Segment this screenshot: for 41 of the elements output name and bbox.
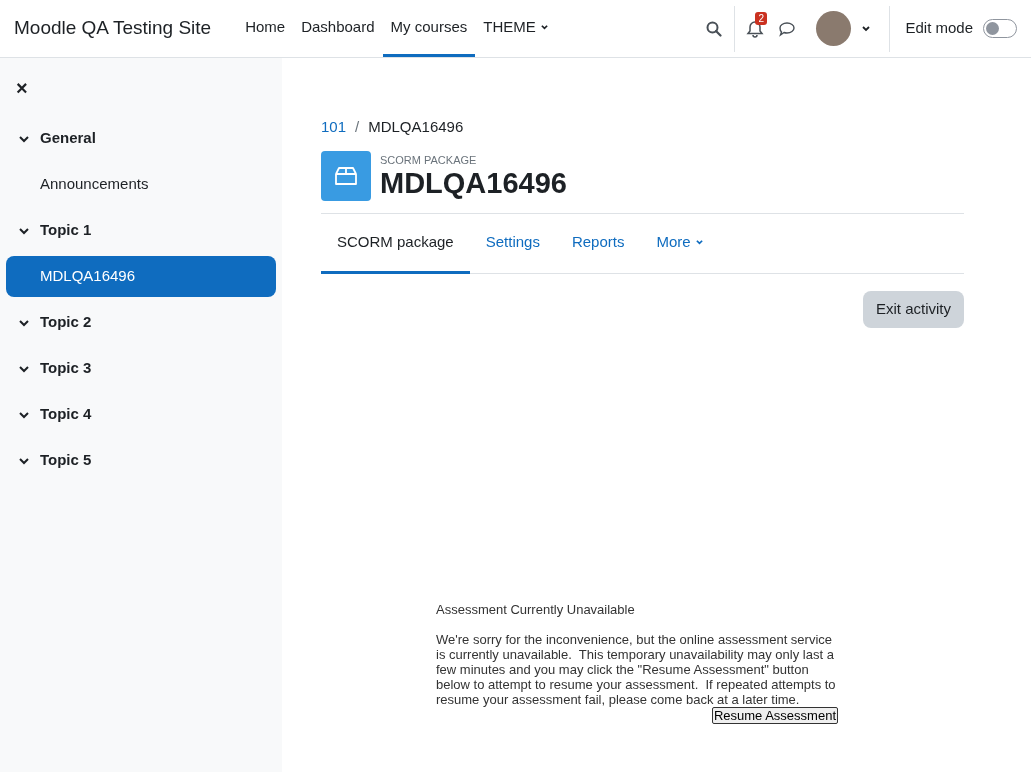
chevron-down-icon	[18, 455, 30, 466]
scorm-package-icon	[321, 150, 371, 201]
chevron-down-icon	[18, 225, 30, 236]
resume-assessment-button[interactable]: Resume Assessment	[711, 707, 838, 724]
edit-mode-toggle[interactable]	[983, 19, 1017, 38]
nav-link[interactable]: Dashboard	[293, 0, 383, 57]
exit-activity-button[interactable]: Exit activity	[863, 290, 964, 328]
search-icon[interactable]	[706, 20, 723, 37]
breadcrumb-link[interactable]: 101	[321, 116, 347, 139]
caret-icon[interactable]	[861, 24, 872, 33]
activity-item[interactable]: Announcements	[6, 164, 276, 205]
tab[interactable]: More	[640, 213, 720, 274]
nav-link[interactable]: My courses	[382, 0, 476, 57]
section-item[interactable]: Topic 2	[6, 302, 276, 343]
notice-heading: Assessment Currently Unavailable	[436, 602, 636, 617]
chat-bubble-icon[interactable]	[778, 20, 797, 37]
section-item[interactable]: General	[6, 118, 276, 159]
nav-link[interactable]: THEME	[475, 0, 557, 57]
site-name[interactable]: Moodle QA Testing Site	[14, 14, 212, 43]
edit-mode-label: Edit mode	[905, 18, 973, 39]
section-item[interactable]: Topic 3	[6, 348, 276, 389]
tab[interactable]: SCORM package	[321, 213, 470, 274]
tab[interactable]: Settings	[469, 213, 556, 274]
breadcrumb-current: MDLQA16496	[368, 117, 464, 137]
notice-message: We're sorry for the inconvenience, but the online assessment service is currently unavailable. This temporary unavailability may only last a few minutes and you may click the "Resume Assessment" button below to attempt to resume your assessment. If repeated attempts to resume your assessment fail, please come back at a later time.	[436, 632, 837, 707]
activity-item[interactable]: MDLQA16496	[6, 256, 276, 297]
chevron-down-icon	[18, 363, 30, 374]
nav-link[interactable]: Home	[237, 0, 294, 57]
chevron-down-icon	[18, 133, 30, 144]
activity-title: MDLQA16496	[380, 166, 567, 199]
close-button[interactable]: ×	[16, 76, 32, 100]
activity-type: SCORM PACKAGE	[380, 152, 478, 167]
tab[interactable]: Reports	[555, 213, 641, 274]
section-item[interactable]: Topic 5	[6, 440, 276, 481]
chevron-down-icon	[18, 409, 30, 420]
section-item[interactable]: Topic 1	[6, 210, 276, 251]
section-item[interactable]: Topic 4	[6, 394, 276, 435]
notification-count: 2	[755, 11, 767, 25]
chevron-down-icon	[18, 317, 30, 328]
avatar[interactable]	[816, 11, 852, 46]
breadcrumb-separator: /	[355, 117, 360, 137]
